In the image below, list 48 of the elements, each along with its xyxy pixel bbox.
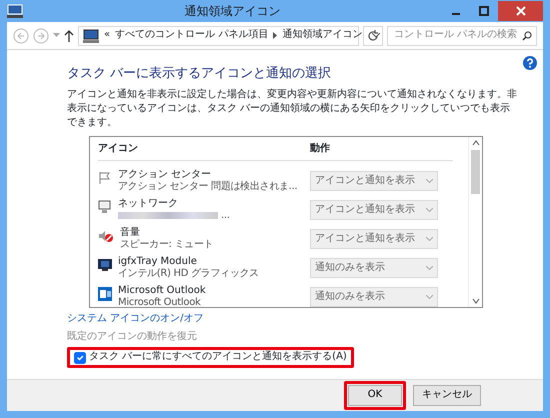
chevron-icon: [426, 179, 433, 184]
up-icon[interactable]: [64, 30, 74, 42]
app-name: ネットワーク: [118, 198, 179, 210]
muted-speaker-icon: [98, 228, 114, 243]
checkbox[interactable]: [74, 352, 86, 364]
close-icon: [516, 6, 526, 16]
link[interactable]: システム アイコンのオン/オフ: [67, 313, 204, 326]
flag-icon: [98, 170, 112, 185]
refresh-icon[interactable]: [363, 26, 383, 46]
description-text: アイコンと通知を非表示に設定した場合は、変更内容や更新内容について通知されなくなります。非表示になっているアイコンは、タスク バーの通知領域の横にある矢印をクリックしていつでも表示できます。: [67, 88, 518, 130]
address-prefix: «: [104, 29, 110, 42]
scroll-up-icon[interactable]: [472, 139, 480, 148]
app-icon: [7, 4, 23, 18]
app-name: Microsoft Outlook: [118, 284, 206, 297]
column-header: アイコン: [98, 143, 139, 156]
minimize-icon: [452, 13, 460, 15]
mail-app-icon: [98, 286, 112, 301]
page-heading: タスク バーに表示するアイコンと通知の選択: [67, 66, 332, 82]
help-icon[interactable]: [523, 56, 537, 70]
app-detail: ...: [221, 210, 230, 223]
scroll-thumb[interactable]: [471, 150, 480, 194]
maximize-icon: [479, 6, 489, 16]
dropdown-icon[interactable]: [372, 33, 380, 38]
app-name: アクション センター: [118, 168, 212, 182]
cancel-button[interactable]: キャンセル: [413, 385, 481, 406]
app-name: igfxTray Module: [118, 256, 198, 268]
breadcrumb-item[interactable]: すべてのコントロール パネル項目: [115, 29, 268, 42]
search-icon: [522, 30, 532, 40]
network-icon: [98, 200, 112, 214]
close-button[interactable]: [498, 1, 543, 21]
app-detail: インテル(R) HD グラフィックス: [118, 268, 259, 281]
scrollbar[interactable]: [468, 137, 482, 308]
scroll-down-icon[interactable]: [472, 297, 480, 306]
link: 既定のアイコンの動作を復元: [67, 330, 197, 344]
chevron-icon: [426, 237, 433, 242]
chevron-icon: [426, 266, 433, 270]
chevron-icon: [426, 295, 433, 300]
app-detail: スピーカー: ミュート: [120, 239, 214, 252]
computer-icon: [83, 28, 99, 42]
search-field[interactable]: コントロール パネルの検索: [387, 26, 537, 46]
ok-button[interactable]: OK: [348, 385, 402, 406]
app-detail: アクション センター 問題は検出されま...: [118, 181, 298, 194]
app-detail: Microsoft Outlook: [118, 297, 201, 308]
chevron-icon: [426, 208, 433, 212]
monitor-icon: [98, 258, 112, 272]
column-header: 動作: [310, 143, 330, 156]
chevron-icon: [273, 32, 278, 39]
window-title: 通知領域アイコン: [184, 4, 282, 18]
